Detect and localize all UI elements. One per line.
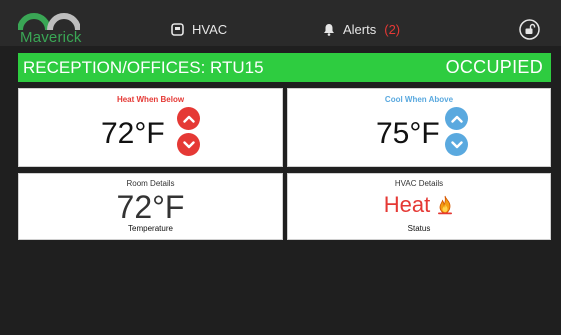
- hvac-status-value: Heat: [383, 192, 431, 217]
- chevron-down-icon: [450, 140, 463, 148]
- bell-icon: [324, 23, 334, 36]
- chevron-up-icon: [450, 115, 463, 123]
- occupancy-status: OCCUPIED: [445, 57, 543, 77]
- top-bar: Maverick HVAC Alerts (2): [0, 0, 561, 46]
- heat-setpoint-value: 72°F: [101, 117, 165, 150]
- zone-title: RECEPTION/OFFICES: RTU15: [23, 57, 264, 77]
- nav-alerts-label: Alerts: [343, 21, 377, 37]
- nav-hvac-label: HVAC: [192, 21, 228, 37]
- room-temperature-value: 72°F: [116, 189, 185, 225]
- room-details-card: Room Details 72°F Temperature: [18, 173, 283, 240]
- hvac-details-title: HVAC Details: [394, 179, 444, 188]
- lock-button[interactable]: [519, 19, 540, 40]
- unlock-icon: [519, 19, 540, 40]
- heat-increase-button[interactable]: [177, 107, 200, 130]
- chevron-up-icon: [182, 115, 195, 123]
- zone-banner: RECEPTION/OFFICES: RTU15 OCCUPIED: [18, 53, 551, 82]
- hvac-status-label: Status: [407, 224, 431, 233]
- flame-icon: [438, 195, 453, 215]
- room-temperature-label: Temperature: [128, 224, 173, 233]
- hvac-status-row: Heat: [288, 192, 550, 218]
- heat-setpoint-label: Heat When Below: [116, 95, 185, 104]
- cool-setpoint-value: 75°F: [376, 117, 440, 150]
- heat-decrease-button[interactable]: [177, 133, 200, 156]
- nav-alerts[interactable]: Alerts (2): [323, 20, 400, 38]
- maverick-logo[interactable]: Maverick: [18, 8, 82, 46]
- cool-decrease-button[interactable]: [445, 133, 468, 156]
- nav-hvac[interactable]: HVAC: [171, 20, 227, 38]
- logo-text: Maverick: [20, 29, 82, 46]
- heat-setpoint-card: Heat When Below 72°F: [18, 88, 283, 167]
- chevron-down-icon: [182, 140, 195, 148]
- room-details-title: Room Details: [126, 179, 175, 188]
- cool-increase-button[interactable]: [445, 107, 468, 130]
- thermostat-icon: [171, 22, 184, 36]
- logo-arcs-icon: [18, 13, 80, 30]
- alerts-count-badge: (2): [384, 21, 401, 37]
- cool-setpoint-label: Cool When Above: [384, 95, 454, 104]
- hvac-details-card: HVAC Details Heat Status: [287, 173, 551, 240]
- cool-setpoint-card: Cool When Above 75°F: [287, 88, 551, 167]
